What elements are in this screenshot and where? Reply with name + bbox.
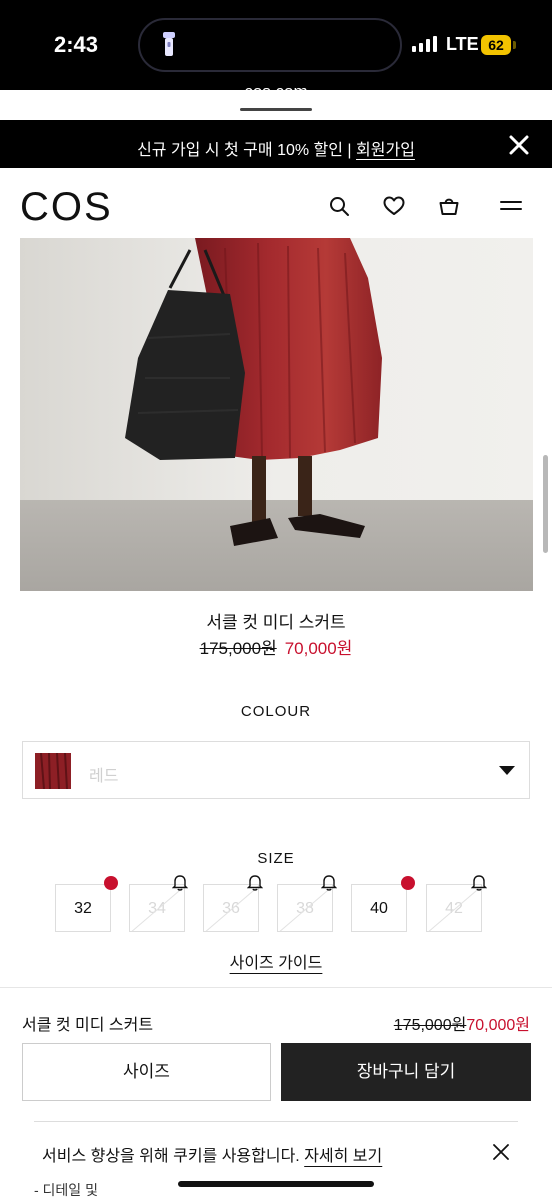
sale-price: 70,000원 bbox=[284, 639, 353, 658]
unavailable-slash bbox=[279, 886, 332, 931]
unavailable-slash bbox=[131, 886, 184, 931]
size-option-label: 32 bbox=[74, 900, 92, 917]
details-peek-text: - 디테일 및 bbox=[34, 1182, 98, 1198]
low-stock-dot bbox=[401, 876, 415, 890]
bottom-prices: 175,000원70,000원 bbox=[394, 1011, 530, 1035]
cookie-notice: 서비스 향상을 위해 쿠키를 사용합니다. 자세히 보기 bbox=[42, 1142, 382, 1166]
address-bar-url[interactable]: cos.com bbox=[0, 82, 552, 102]
bottom-sale-price: 70,000원 bbox=[466, 1017, 530, 1034]
cookie-text: 서비스 향상을 위해 쿠키를 사용합니다. bbox=[42, 1148, 305, 1165]
product-prices: 175,000원 70,000원 bbox=[0, 634, 552, 659]
swatch-image bbox=[35, 753, 71, 789]
size-button[interactable]: 사이즈 bbox=[22, 1043, 271, 1101]
size-label: SIZE bbox=[257, 850, 295, 867]
home-indicator[interactable] bbox=[178, 1181, 374, 1187]
colour-label: COLOUR bbox=[240, 703, 312, 720]
divider bbox=[34, 1121, 518, 1122]
network-type: LTE bbox=[446, 34, 479, 54]
bottom-product-name: 서클 컷 미디 스커트 bbox=[22, 1017, 154, 1034]
url-underline bbox=[240, 108, 312, 111]
size-option-36[interactable]: 36 bbox=[203, 884, 259, 932]
original-price: 175,000원 bbox=[199, 639, 277, 658]
colour-swatch bbox=[35, 753, 71, 789]
promo-banner: 신규 가입 시 첫 구매 10% 할인 | 회원가입 bbox=[0, 120, 552, 168]
promo-message: 신규 가입 시 첫 구매 10% 할인 | bbox=[137, 142, 357, 159]
cos-logo[interactable]: COS bbox=[20, 185, 113, 230]
size-option-42[interactable]: 42 bbox=[426, 884, 482, 932]
product-photo bbox=[20, 238, 533, 591]
colour-selected-value: 레드 bbox=[89, 768, 119, 785]
shopping-bag-icon[interactable] bbox=[437, 194, 461, 218]
bottom-original-price: 175,000원 bbox=[393, 1017, 467, 1034]
unavailable-slash bbox=[205, 886, 258, 931]
size-option-32[interactable]: 32 bbox=[55, 884, 111, 932]
status-time: 2:43 bbox=[54, 32, 99, 57]
site-header: COS bbox=[0, 168, 552, 238]
bell-icon[interactable] bbox=[172, 873, 188, 891]
size-guide-link[interactable]: 사이즈 가이드 bbox=[230, 955, 323, 972]
size-option-40[interactable]: 40 bbox=[351, 884, 407, 932]
low-stock-dot bbox=[104, 876, 118, 890]
menu-icon[interactable] bbox=[499, 194, 523, 218]
sticky-purchase-bar: 서클 컷 미디 스커트 175,000원70,000원 사이즈 장바구니 담기 … bbox=[0, 987, 552, 1200]
bell-icon[interactable] bbox=[471, 873, 487, 891]
signup-link[interactable]: 회원가입 bbox=[356, 142, 415, 159]
signal-icon bbox=[412, 36, 437, 52]
add-to-cart-button[interactable]: 장바구니 담기 bbox=[281, 1043, 531, 1101]
cookie-details-link[interactable]: 자세히 보기 bbox=[304, 1148, 382, 1165]
search-icon[interactable] bbox=[327, 194, 351, 218]
heart-icon[interactable] bbox=[382, 194, 406, 218]
promo-text: 신규 가입 시 첫 구매 10% 할인 | 회원가입 bbox=[0, 136, 552, 160]
bell-icon[interactable] bbox=[247, 873, 263, 891]
flashlight-icon bbox=[163, 32, 175, 56]
dynamic-island bbox=[138, 18, 402, 72]
close-icon[interactable] bbox=[491, 1142, 511, 1162]
status-bar: 2:43 LTE 62 cos.com bbox=[0, 0, 552, 111]
battery-tip bbox=[513, 41, 516, 49]
size-option-38[interactable]: 38 bbox=[277, 884, 333, 932]
scrollbar[interactable] bbox=[543, 455, 548, 553]
size-option-34[interactable]: 34 bbox=[129, 884, 185, 932]
unavailable-slash bbox=[428, 886, 481, 931]
bell-icon[interactable] bbox=[321, 873, 337, 891]
size-guide: 사이즈 가이드 bbox=[0, 949, 552, 973]
close-icon[interactable] bbox=[508, 134, 530, 156]
chevron-down-icon bbox=[499, 766, 515, 775]
product-image[interactable] bbox=[20, 238, 533, 591]
battery-icon: 62 bbox=[481, 35, 511, 55]
product-name: 서클 컷 미디 스커트 bbox=[206, 613, 346, 632]
size-option-label: 40 bbox=[370, 900, 388, 917]
colour-dropdown[interactable]: 레드 bbox=[22, 741, 530, 799]
